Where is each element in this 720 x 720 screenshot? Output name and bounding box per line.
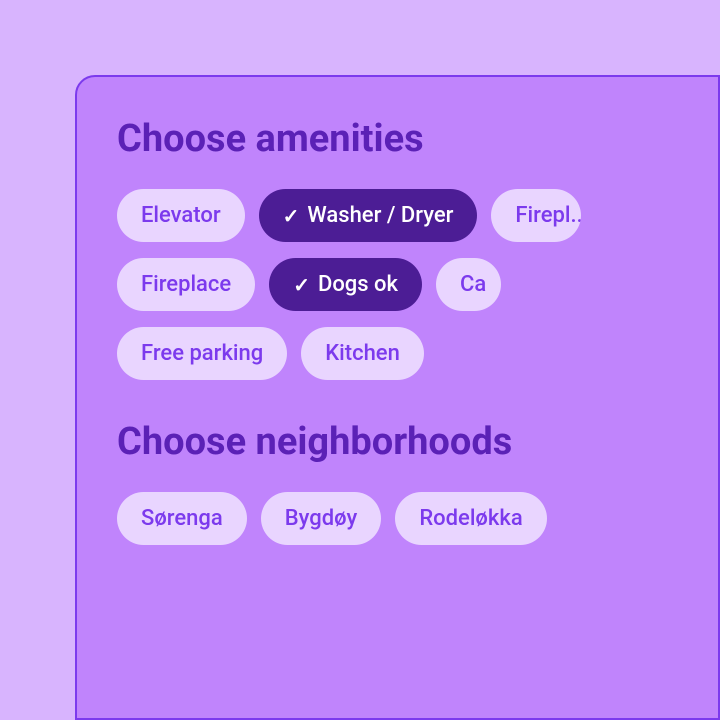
neighborhoods-row: Sørenga Bygdøy Rodeløkka <box>117 492 678 545</box>
chip-kitchen[interactable]: Kitchen <box>301 327 424 380</box>
chip-wheelchair-label: Fireplace <box>141 272 231 297</box>
chip-cats-label: Ca <box>460 272 486 297</box>
chip-sorenga-label: Sørenga <box>141 506 223 531</box>
chip-washer-dryer[interactable]: ✓ Washer / Dryer <box>259 189 478 242</box>
chip-fireplace[interactable]: Firepl... <box>491 189 581 242</box>
main-content: Choose amenities Elevator ✓ Washer / Dry… <box>77 77 718 585</box>
neighborhoods-section: Choose neighborhoods Sørenga Bygdøy Rode… <box>117 420 678 545</box>
chip-bygdoy[interactable]: Bygdøy <box>261 492 382 545</box>
chip-dogs-ok[interactable]: ✓ Dogs ok <box>269 258 422 311</box>
chip-sorenga[interactable]: Sørenga <box>117 492 247 545</box>
amenities-row-2: Fireplace ✓ Dogs ok Ca <box>117 258 678 311</box>
chip-bygdoy-label: Bygdøy <box>285 506 358 531</box>
chip-rodeloekka-label: Rodeløkka <box>419 506 522 531</box>
chip-washer-dryer-label: Washer / Dryer <box>307 203 453 228</box>
chip-rodeloekka[interactable]: Rodeløkka <box>395 492 546 545</box>
chip-fireplace-label: Firepl... <box>515 203 581 228</box>
amenities-title: Choose amenities <box>117 117 678 161</box>
outer-card: Choose amenities Elevator ✓ Washer / Dry… <box>75 75 720 720</box>
chip-washer-dryer-check: ✓ <box>283 204 300 228</box>
chip-wheelchair[interactable]: Fireplace <box>117 258 255 311</box>
chip-dogs-ok-label: Dogs ok <box>318 272 398 297</box>
chip-elevator-label: Elevator <box>141 203 221 228</box>
chip-free-parking-label: Free parking <box>141 341 263 366</box>
neighborhoods-title: Choose neighborhoods <box>117 420 678 464</box>
amenities-row-3: Free parking Kitchen <box>117 327 678 380</box>
chip-free-parking[interactable]: Free parking <box>117 327 287 380</box>
chip-cats[interactable]: Ca <box>436 258 501 311</box>
chip-elevator[interactable]: Elevator <box>117 189 245 242</box>
amenities-row-1: Elevator ✓ Washer / Dryer Firepl... <box>117 189 678 242</box>
chip-dogs-ok-check: ✓ <box>293 273 310 297</box>
chip-kitchen-label: Kitchen <box>325 341 400 366</box>
